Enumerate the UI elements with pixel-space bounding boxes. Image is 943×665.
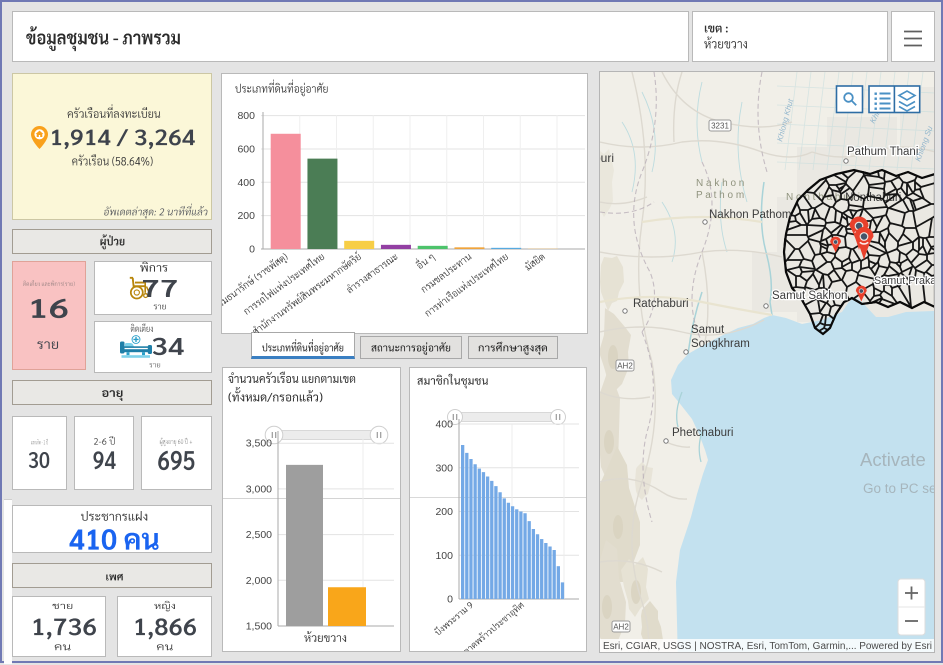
svg-text:1,500: 1,500 [246, 621, 272, 633]
svg-text:Songkhram: Songkhram [691, 338, 750, 350]
svg-text:Samut Prakan: Samut Prakan [874, 275, 942, 287]
svg-text:Esri, CGIAR, USGS | NOSTRA, Es: Esri, CGIAR, USGS | NOSTRA, Esri, TomTom… [603, 641, 857, 652]
svg-text:Phetchaburi: Phetchaburi [672, 427, 733, 439]
svg-text:2,500: 2,500 [246, 529, 272, 541]
svg-text:Ratchaburi: Ratchaburi [633, 298, 689, 310]
svg-text:0: 0 [447, 594, 453, 606]
svg-text:3,500: 3,500 [246, 438, 272, 450]
svg-text:400: 400 [435, 419, 453, 431]
svg-text:3231: 3231 [711, 122, 729, 131]
svg-text:Samut Sakhon: Samut Sakhon [772, 290, 847, 302]
svg-text:100: 100 [435, 550, 453, 562]
svg-text:Samut: Samut [691, 324, 725, 336]
svg-text:Activate: Activate [860, 449, 926, 470]
svg-text:3,000: 3,000 [246, 483, 272, 495]
svg-text:200: 200 [237, 210, 255, 222]
svg-text:P a t h o m: P a t h o m [696, 190, 744, 201]
svg-text:Go to PC se: Go to PC se [863, 481, 937, 496]
svg-text:200: 200 [435, 506, 453, 518]
svg-text:400: 400 [237, 177, 255, 189]
svg-text:600: 600 [237, 143, 255, 155]
svg-text:0: 0 [249, 244, 255, 256]
svg-text:Powered by Esri: Powered by Esri [859, 641, 932, 652]
svg-text:2,000: 2,000 [246, 575, 272, 587]
svg-text:AH2: AH2 [617, 362, 633, 371]
svg-text:Pathum Thani: Pathum Thani [847, 146, 918, 158]
svg-text:AH2: AH2 [613, 623, 629, 632]
svg-text:buri: buri [594, 151, 614, 165]
svg-text:300: 300 [435, 462, 453, 474]
svg-text:800: 800 [237, 110, 255, 122]
svg-text:Nakhon Pathom: Nakhon Pathom [709, 209, 791, 221]
svg-text:N a k h o n: N a k h o n [696, 178, 744, 189]
